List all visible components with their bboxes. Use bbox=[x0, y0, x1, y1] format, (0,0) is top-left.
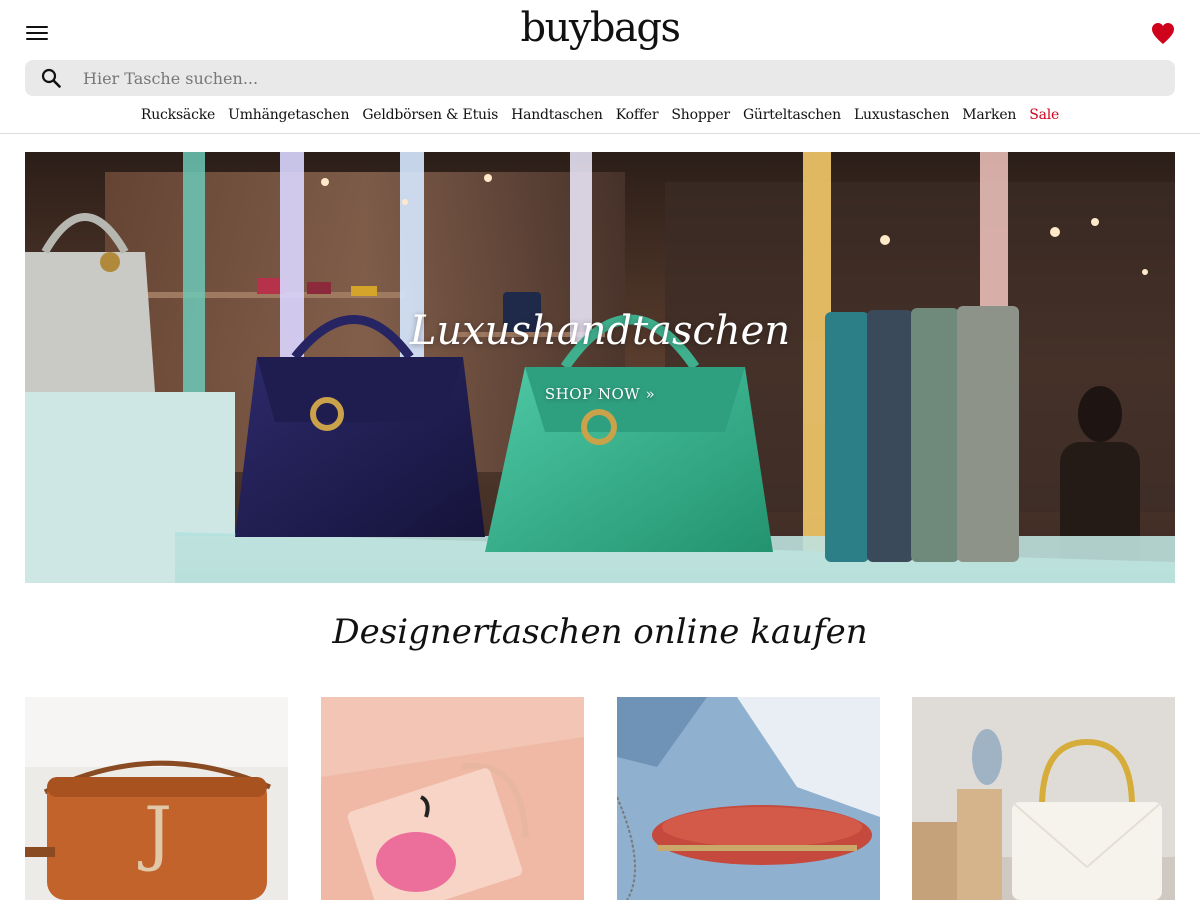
nav-item-umhaengetaschen[interactable]: Umhängetaschen bbox=[228, 104, 349, 126]
hero-cta: SHOP NOW » bbox=[25, 384, 1175, 403]
category-card-4[interactable] bbox=[912, 697, 1175, 900]
svg-text:J: J bbox=[138, 792, 172, 874]
nav-item-handtaschen[interactable]: Handtaschen bbox=[511, 104, 603, 126]
category-card-1[interactable]: J bbox=[25, 697, 288, 900]
nav-item-guerteltaschen[interactable]: Gürteltaschen bbox=[743, 104, 841, 126]
nav-item-shopper[interactable]: Shopper bbox=[671, 104, 730, 126]
red-clutch-image bbox=[617, 697, 880, 900]
white-bag-image bbox=[912, 697, 1175, 900]
section-title: Designertaschen online kaufen bbox=[332, 612, 868, 652]
heart-icon[interactable] bbox=[1150, 22, 1176, 46]
category-cards: J bbox=[25, 697, 1175, 900]
hero-image bbox=[25, 152, 1175, 583]
category-card-3[interactable] bbox=[617, 697, 880, 900]
nav-item-sale[interactable]: Sale bbox=[1029, 104, 1059, 126]
nav-item-luxustaschen[interactable]: Luxustaschen bbox=[854, 104, 950, 126]
pink-clutch-image bbox=[321, 697, 584, 900]
shop-now-link[interactable]: SHOP NOW » bbox=[545, 385, 655, 403]
site-logo: buybags bbox=[0, 2, 1200, 54]
nav-item-koffer[interactable]: Koffer bbox=[616, 104, 659, 126]
nav-item-geldboersen-etuis[interactable]: Geldbörsen & Etuis bbox=[362, 104, 498, 126]
nav-item-rucksaecke[interactable]: Rucksäcke bbox=[141, 104, 215, 126]
search-bar bbox=[25, 60, 1175, 96]
category-card-2[interactable] bbox=[321, 697, 584, 900]
site-header: buybags Rucksäcke Umhängetaschen Geldbör… bbox=[0, 0, 1200, 134]
search-input[interactable] bbox=[83, 60, 1163, 96]
brown-leather-bag-image: J bbox=[25, 697, 288, 900]
hero-banner[interactable]: Luxushandtaschen SHOP NOW » bbox=[25, 152, 1175, 583]
category-nav: Rucksäcke Umhängetaschen Geldbörsen & Et… bbox=[0, 104, 1200, 126]
search-icon[interactable] bbox=[41, 68, 61, 88]
logo-link[interactable]: buybags bbox=[520, 5, 681, 51]
nav-item-marken[interactable]: Marken bbox=[962, 104, 1016, 126]
